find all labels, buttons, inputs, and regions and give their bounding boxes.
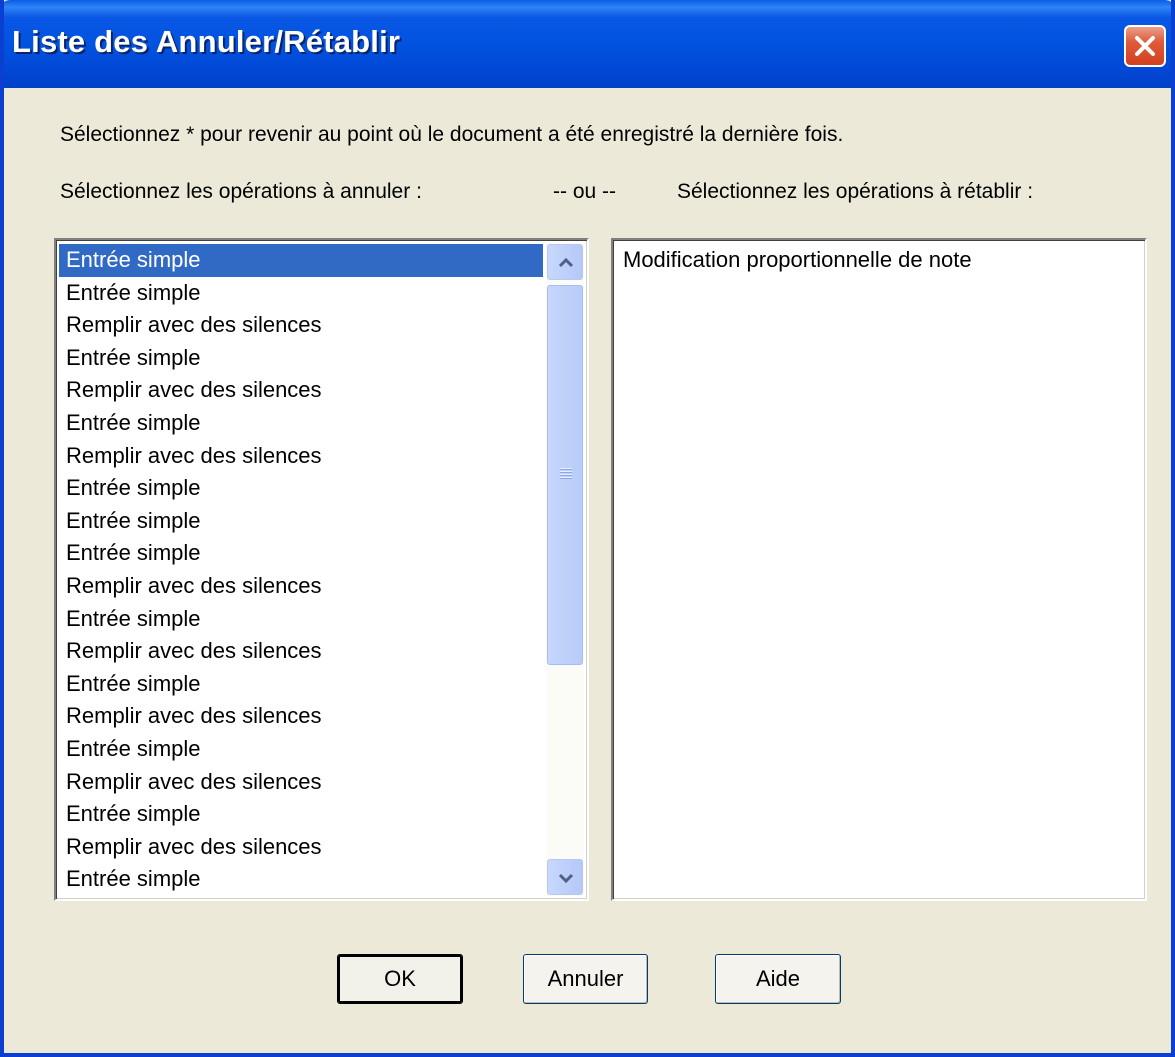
undo-redo-dialog: Liste des Annuler/Rétablir Sélectionnez … (0, 0, 1175, 1057)
list-item[interactable]: Entrée simple (59, 277, 543, 310)
list-item[interactable]: Entrée simple (59, 733, 543, 766)
list-item[interactable]: Entrée simple (59, 863, 543, 896)
list-item[interactable]: Entrée simple (59, 537, 543, 570)
list-item[interactable]: Entrée simple (59, 342, 543, 375)
list-item[interactable]: Remplir avec des silences (59, 440, 543, 473)
list-item[interactable]: Entrée simple (59, 505, 543, 538)
list-item[interactable]: Remplir avec des silences (59, 374, 543, 407)
cancel-button[interactable]: Annuler (523, 954, 648, 1004)
or-separator: -- ou -- (553, 180, 616, 203)
list-item[interactable]: Entrée simple (59, 407, 543, 440)
list-item[interactable]: Entrée simple (59, 603, 543, 636)
window-title: Liste des Annuler/Rétablir (12, 24, 401, 59)
close-icon (1135, 36, 1155, 56)
list-item[interactable]: Remplir avec des silences (59, 309, 543, 342)
list-item[interactable]: Entrée simple (59, 668, 543, 701)
redo-listbox[interactable]: Modification proportionnelle de note (611, 238, 1147, 901)
scroll-up-button[interactable] (547, 244, 583, 280)
redo-items: Modification proportionnelle de note (616, 244, 1145, 277)
ok-button[interactable]: OK (337, 954, 463, 1004)
undo-label: Sélectionnez les opérations à annuler : (60, 180, 422, 203)
grip-icon (560, 468, 572, 480)
undo-items: Entrée simple Entrée simple Remplir avec d… (59, 244, 543, 896)
redo-label: Sélectionnez les opérations à rétablir : (677, 180, 1034, 203)
chevron-up-icon (558, 257, 574, 268)
scroll-down-button[interactable] (547, 859, 583, 895)
list-item[interactable]: Entrée simple (59, 798, 543, 831)
list-item[interactable]: Remplir avec des silences (59, 635, 543, 668)
undo-listbox[interactable]: Entrée simple Entrée simple Remplir avec d… (54, 238, 589, 901)
help-button[interactable]: Aide (715, 954, 841, 1004)
undo-scrollbar[interactable] (546, 243, 584, 896)
list-item[interactable]: Remplir avec des silences (59, 766, 543, 799)
list-item[interactable]: Remplir avec des silences (59, 570, 543, 603)
close-button[interactable] (1124, 25, 1166, 67)
list-item[interactable]: Modification proportionnelle de note (616, 244, 1145, 277)
chevron-down-icon (558, 873, 574, 884)
title-bar[interactable]: Liste des Annuler/Rétablir (4, 0, 1171, 88)
list-item[interactable]: Entrée simple (59, 244, 543, 277)
scroll-thumb[interactable] (547, 285, 583, 665)
list-item[interactable]: Remplir avec des silences (59, 700, 543, 733)
list-item[interactable]: Remplir avec des silences (59, 831, 543, 864)
instruction-saved-point: Sélectionnez * pour revenir au point où … (60, 123, 844, 146)
list-item[interactable]: Entrée simple (59, 472, 543, 505)
